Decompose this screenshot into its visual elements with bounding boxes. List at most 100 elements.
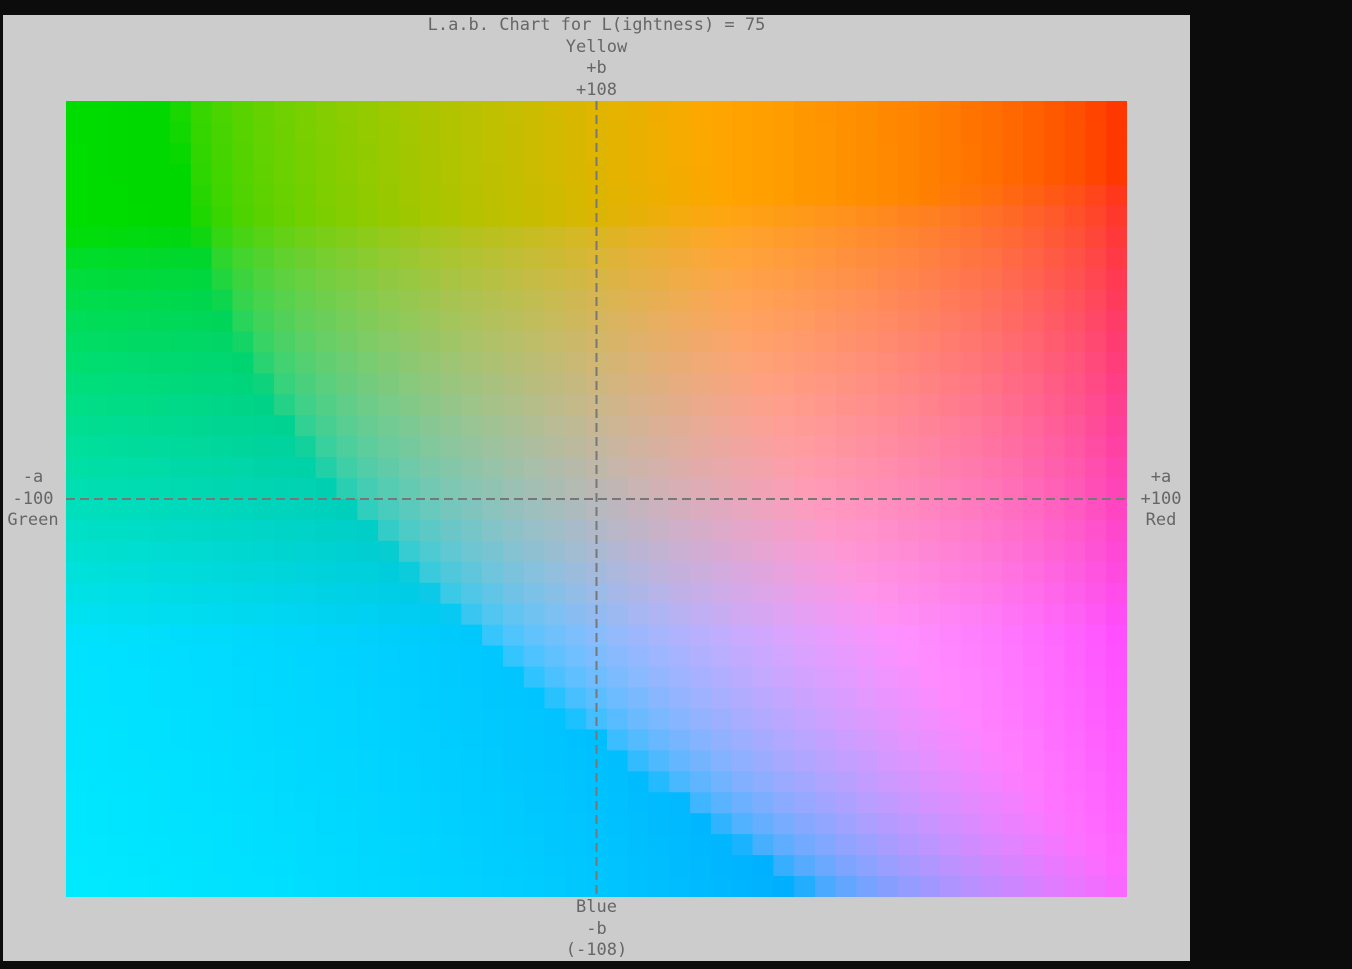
color-cell <box>419 540 442 563</box>
color-cell <box>814 436 837 458</box>
color-cell <box>856 247 878 270</box>
color-cell <box>981 876 1003 897</box>
color-cell <box>544 184 566 207</box>
color-cell <box>627 247 650 270</box>
color-cell <box>794 813 816 835</box>
color-cell <box>66 331 88 353</box>
color-cell <box>752 373 774 395</box>
color-cell <box>1043 792 1066 814</box>
color-cell <box>648 582 670 605</box>
color-cell <box>960 289 982 312</box>
color-cell <box>523 708 546 731</box>
color-cell <box>752 561 774 584</box>
color-cell <box>502 771 525 793</box>
color-cell <box>960 101 982 123</box>
color-cell <box>274 394 296 416</box>
color-cell <box>149 750 171 772</box>
color-cell <box>294 373 317 395</box>
color-cell <box>357 750 379 772</box>
color-cell <box>398 331 421 353</box>
color-cell <box>856 101 878 123</box>
color-cell <box>1022 121 1045 144</box>
color-cell <box>731 268 754 291</box>
color-cell <box>315 415 338 437</box>
color-cell <box>170 687 192 710</box>
color-cell <box>939 792 962 814</box>
color-cell <box>669 876 691 897</box>
color-cell <box>1085 226 1107 249</box>
color-cell <box>128 457 150 479</box>
color-cell <box>565 373 587 395</box>
color-cell <box>419 499 442 521</box>
color-cell <box>149 289 171 312</box>
color-cell <box>461 708 483 731</box>
color-cell <box>128 205 150 228</box>
color-cell <box>398 855 421 877</box>
color-cell <box>981 750 1003 772</box>
color-cell <box>627 101 650 123</box>
color-cell <box>357 415 379 437</box>
color-cell <box>107 582 130 605</box>
color-cell <box>1064 310 1086 333</box>
color-cell <box>440 582 462 605</box>
color-cell <box>190 519 213 542</box>
color-cell <box>86 436 109 458</box>
color-cell <box>877 331 899 353</box>
color-cell <box>960 373 982 395</box>
color-cell <box>877 226 899 249</box>
color-cell <box>357 226 379 249</box>
color-cell <box>669 771 691 793</box>
color-cell <box>794 771 816 793</box>
color-cell <box>378 226 400 249</box>
color-cell <box>190 666 213 689</box>
color-cell <box>669 205 691 228</box>
color-cell <box>627 708 650 731</box>
color-cell <box>523 561 546 584</box>
color-cell <box>939 415 962 437</box>
color-cell <box>981 163 1003 186</box>
color-cell <box>461 561 483 584</box>
color-cell <box>128 478 150 500</box>
color-cell <box>419 268 442 291</box>
color-cell <box>544 624 566 647</box>
color-cell <box>856 645 878 668</box>
color-cell <box>274 478 296 500</box>
color-cell <box>918 415 941 437</box>
color-cell <box>1085 247 1107 270</box>
color-cell <box>710 687 733 710</box>
color-cell <box>1085 645 1107 668</box>
color-cell <box>482 813 504 835</box>
color-cell <box>939 603 962 626</box>
color-cell <box>378 436 400 458</box>
color-cell <box>294 855 317 877</box>
color-cell <box>960 834 982 856</box>
color-cell <box>794 352 816 374</box>
color-cell <box>190 561 213 584</box>
color-cell <box>294 792 317 814</box>
color-cell <box>960 519 982 542</box>
color-cell <box>565 687 587 710</box>
color-cell <box>690 561 712 584</box>
left-axis-label: Green <box>7 510 59 530</box>
color-cell <box>877 499 899 521</box>
color-cell <box>86 624 109 647</box>
color-cell <box>648 519 670 542</box>
color-cell <box>482 792 504 814</box>
color-cell <box>752 813 774 835</box>
color-cell <box>939 310 962 333</box>
color-cell <box>315 876 338 897</box>
color-cell <box>835 645 858 668</box>
color-cell <box>960 142 982 165</box>
color-cell <box>440 855 462 877</box>
color-cell <box>378 268 400 291</box>
color-cell <box>482 457 504 479</box>
color-cell <box>461 540 483 563</box>
color-cell <box>731 436 754 458</box>
color-cell <box>211 415 234 437</box>
color-cell <box>1022 457 1045 479</box>
color-cell <box>1085 289 1107 312</box>
color-cell <box>835 457 858 479</box>
color-cell <box>627 792 650 814</box>
color-cell <box>211 645 234 668</box>
color-cell <box>690 750 712 772</box>
